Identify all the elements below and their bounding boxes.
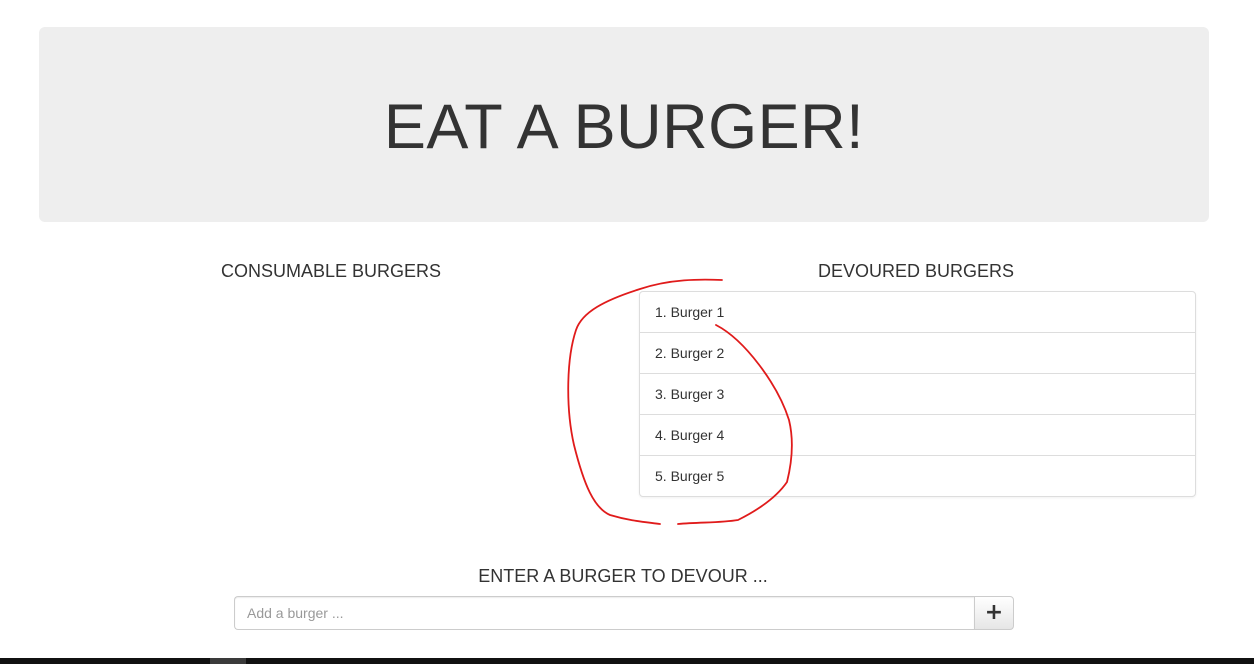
- list-item: 1. Burger 1: [655, 304, 725, 320]
- add-burger-form: +: [234, 596, 1014, 630]
- devoured-burgers-list: 1. Burger 1 2. Burger 2 3. Burger 3 4. B…: [639, 291, 1196, 497]
- consumable-burgers-heading: CONSUMABLE BURGERS: [220, 261, 442, 281]
- list-item: 5. Burger 5: [640, 455, 1195, 496]
- taskbar: [0, 658, 1254, 664]
- plus-icon: +: [984, 600, 1004, 625]
- add-burger-button[interactable]: +: [974, 596, 1014, 630]
- devoured-burgers-heading: DEVOURED BURGERS: [817, 261, 1015, 281]
- enter-burger-heading: ENTER A BURGER TO DEVOUR ...: [478, 566, 768, 586]
- list-item: 4. Burger 4: [640, 414, 1195, 455]
- burger-name-input[interactable]: [234, 596, 974, 630]
- page-title: EAT A BURGER!: [383, 91, 865, 162]
- list-item: 2. Burger 2: [640, 332, 1195, 373]
- taskbar-active-item[interactable]: [210, 658, 246, 664]
- header-banner: EAT A BURGER!: [39, 27, 1209, 222]
- list-item: 3. Burger 3: [640, 373, 1195, 414]
